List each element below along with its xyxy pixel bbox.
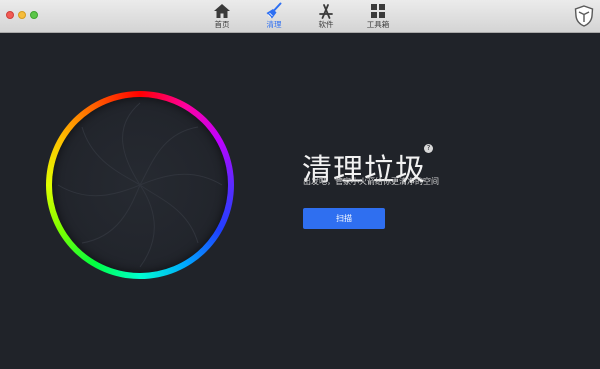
- tab-home[interactable]: 首页: [196, 0, 248, 33]
- tab-home-label: 首页: [214, 20, 230, 29]
- tab-clean[interactable]: 清理: [248, 0, 300, 33]
- tab-tools-label: 工具箱: [366, 20, 390, 29]
- tab-software[interactable]: 软件: [300, 0, 352, 33]
- shield-icon[interactable]: [574, 5, 594, 27]
- app-store-icon: [319, 4, 333, 19]
- maximize-window-button[interactable]: [30, 11, 38, 19]
- grid-icon: [371, 4, 385, 18]
- tab-clean-label: 清理: [266, 20, 282, 29]
- close-window-button[interactable]: [6, 11, 14, 19]
- main-tabs: 首页 清理 软件 工具箱: [196, 0, 404, 33]
- tab-tools[interactable]: 工具箱: [352, 0, 404, 33]
- toolbar: 首页 清理 软件 工具箱: [0, 0, 600, 33]
- aperture-icon: [57, 102, 223, 268]
- minimize-window-button[interactable]: [18, 11, 26, 19]
- help-icon[interactable]: ?: [424, 144, 433, 153]
- tab-software-label: 软件: [318, 20, 334, 29]
- subtitle: 出发吧，管家小火箭给你更清净的空间: [303, 177, 439, 186]
- broom-icon: [266, 2, 282, 19]
- scan-dial: [46, 91, 234, 279]
- scan-button[interactable]: 扫描: [303, 208, 385, 229]
- home-icon: [214, 4, 230, 18]
- aperture-disc: [52, 97, 228, 273]
- app-window: 首页 清理 软件 工具箱 清理垃圾 ? 出发吧，管家小火箭给你更清净的空间 扫描: [0, 0, 600, 369]
